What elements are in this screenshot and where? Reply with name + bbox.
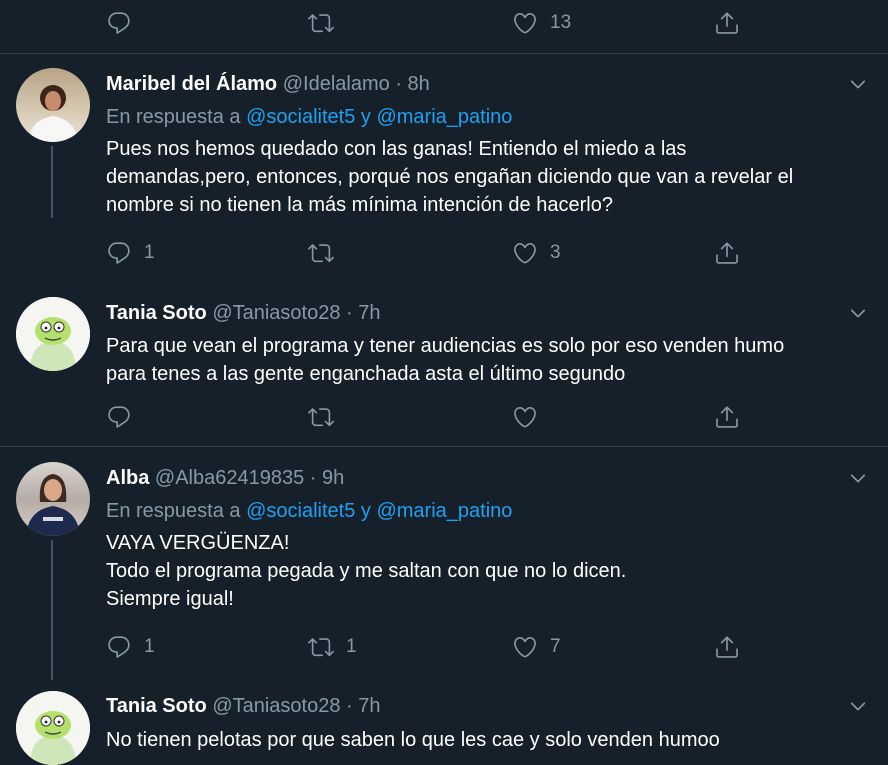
reply-count: 1 [144,242,155,263]
user-handle[interactable]: @Taniasoto28 [212,302,340,324]
avatar[interactable] [16,462,90,536]
tweet-text: Pues nos hemos quedado con las ganas! En… [106,135,876,219]
tweet-text: VAYA VERGÜENZA! Todo el programa pegada … [106,529,876,613]
more-options-button[interactable] [848,303,868,323]
more-options-button[interactable] [848,74,868,94]
share-button[interactable] [714,402,740,432]
retweet-button[interactable] [308,402,334,432]
reply-count: 1 [144,636,155,657]
like-count: 3 [550,242,561,263]
mention-link[interactable]: @maria_patino [376,500,512,522]
like-count: 7 [550,636,561,657]
user-handle[interactable]: @Idelalamo [283,73,390,95]
reply-icon [106,404,132,430]
tweet-text-line: para tenes a las gente enganchada asta e… [106,363,626,385]
reply-icon [106,10,132,36]
retweet-icon [308,240,334,266]
retweet-icon [308,404,334,430]
heart-icon [512,10,538,36]
tweet-text: Para que vean el programa y tener audien… [106,332,876,388]
tweet-text-line: VAYA VERGÜENZA! [106,532,290,554]
user-handle[interactable]: @Alba62419835 [155,467,304,489]
reply-prefix: En respuesta a [106,500,241,522]
share-button[interactable] [714,238,740,268]
retweet-count: 1 [346,636,357,657]
like-button[interactable]: 13 [512,8,571,38]
avatar[interactable] [16,691,90,765]
reply-joiner: y [360,106,371,128]
reply-button[interactable] [106,402,132,432]
reply-icon [106,634,132,660]
share-icon [714,10,740,36]
user-handle[interactable]: @Taniasoto28 [212,695,340,717]
reply-button[interactable]: 1 [106,238,155,268]
thread-line [51,540,53,680]
mention-link[interactable]: @maria_patino [376,106,512,128]
chevron-down-icon [848,303,868,323]
timestamp[interactable]: 7h [358,695,380,717]
separator: · [309,467,317,489]
chevron-down-icon [848,74,868,94]
share-button[interactable] [714,8,740,38]
chevron-down-icon [848,696,868,716]
tweet-text-line: Siempre igual! [106,588,234,610]
user-name[interactable]: Tania Soto [106,302,207,324]
reply-joiner: y [360,500,371,522]
heart-icon [512,634,538,660]
reply-icon [106,240,132,266]
avatar[interactable] [16,68,90,142]
avatar[interactable] [16,297,90,371]
retweet-button[interactable] [308,8,334,38]
user-name[interactable]: Maribel del Álamo [106,73,277,95]
share-icon [714,404,740,430]
reply-prefix: En respuesta a [106,106,241,128]
like-button[interactable] [512,402,538,432]
like-button[interactable]: 3 [512,238,561,268]
mention-link[interactable]: @socialitet5 [246,106,355,128]
separator: · [346,302,353,324]
divider [0,53,888,54]
more-options-button[interactable] [848,696,868,716]
like-count: 13 [550,12,572,33]
chevron-down-icon [848,468,868,488]
retweet-icon [308,634,334,660]
share-icon [714,240,740,266]
divider [0,446,888,447]
share-button[interactable] [714,632,740,662]
tweet-text-line: Pues nos hemos quedado con las ganas! En… [106,138,687,160]
heart-icon [512,240,538,266]
reply-button[interactable]: 1 [106,632,155,662]
tweet-text-line: Todo el programa pegada y me saltan con … [106,560,627,582]
more-options-button[interactable] [848,468,868,488]
heart-icon [512,404,538,430]
like-button[interactable]: 7 [512,632,561,662]
user-name[interactable]: Tania Soto [106,695,207,717]
retweet-icon [308,10,334,36]
timestamp[interactable]: 9h [322,467,344,489]
user-name[interactable]: Alba [106,467,149,489]
separator: · [346,695,353,717]
tweet-text-line: Para que vean el programa y tener audien… [106,335,785,357]
retweet-button[interactable]: 1 [308,632,357,662]
retweet-button[interactable] [308,238,334,268]
tweet-text-line: No tienen pelotas por que saben lo que l… [106,729,720,751]
reply-button[interactable] [106,8,132,38]
mention-link[interactable]: @socialitet5 [246,500,355,522]
share-icon [714,634,740,660]
tweet-text-line: demandas,pero, entonces, porqué nos enga… [106,166,794,188]
timestamp[interactable]: 7h [358,302,380,324]
timestamp[interactable]: 8h [408,73,430,95]
thread-line [51,146,53,218]
separator: · [395,73,402,95]
tweet-text: No tienen pelotas por que saben lo que l… [106,726,876,754]
tweet-text-line: nombre si no tienen la más mínima intenc… [106,194,613,216]
